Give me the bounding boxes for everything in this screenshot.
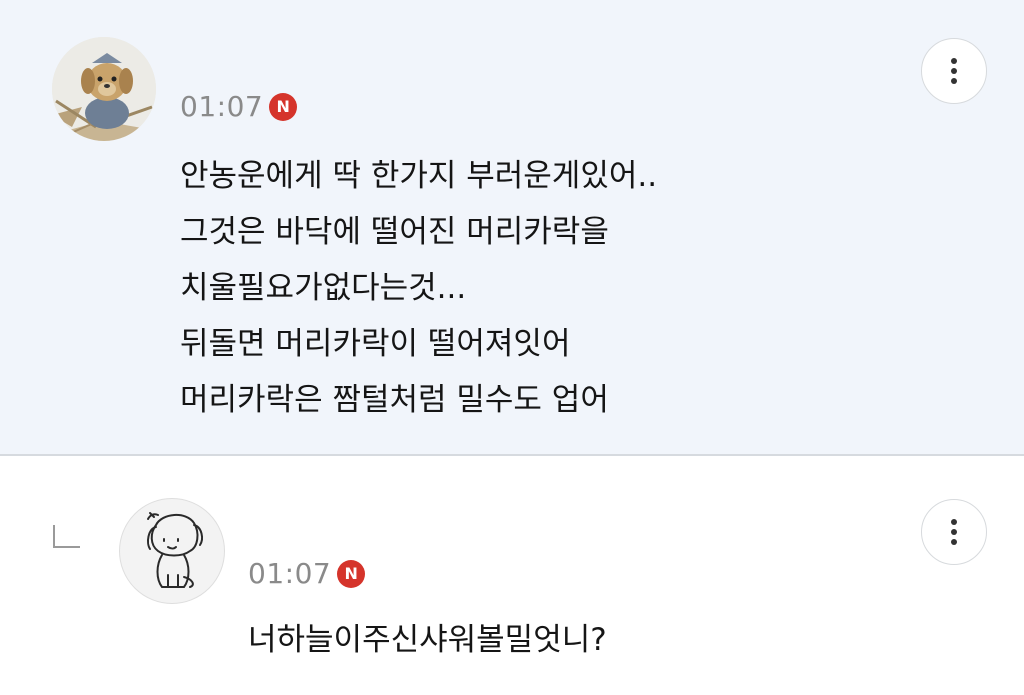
new-badge: N [269, 92, 298, 121]
reply-more-button[interactable] [921, 499, 987, 565]
reply-user-avatar[interactable] [119, 498, 225, 604]
new-badge: N [337, 559, 366, 588]
comment-line: 뒤돌면 머리카락이 떨어져잇어 [180, 326, 571, 362]
reply-meta: 01:07 N [248, 557, 366, 590]
comment-line: 그것은 바닥에 떨어진 머리카락을 [180, 214, 609, 250]
comment-line: 치울필요가없다는것... [180, 270, 467, 306]
comment-line: 머리카락은 짬털처럼 밀수도 업어 [180, 382, 609, 418]
reply-time: 01:07 [248, 557, 332, 590]
more-vertical-icon [951, 519, 957, 545]
comment-card: 01:07 N 안농운에게 딱 한가지 부러운게있어.. 그것은 바닥에 떨어진… [0, 0, 1024, 456]
comment-time: 01:07 [180, 90, 264, 123]
comment-more-button[interactable] [921, 38, 987, 104]
plush-dog-avatar-image [52, 37, 156, 141]
comment-body: 안농운에게 딱 한가지 부러운게있어.. 그것은 바닥에 떨어진 머리카락을 치… [180, 148, 657, 428]
sketch-dog-avatar-image [147, 512, 203, 588]
user-avatar[interactable] [52, 37, 156, 141]
more-vertical-icon [951, 58, 957, 84]
reply-arrow-icon [53, 525, 80, 548]
comment-meta: 01:07 N [180, 90, 298, 123]
comment-line: 안농운에게 딱 한가지 부러운게있어.. [180, 158, 658, 194]
reply-body: 너하늘이주신샤워볼밀엇니? [248, 622, 607, 658]
